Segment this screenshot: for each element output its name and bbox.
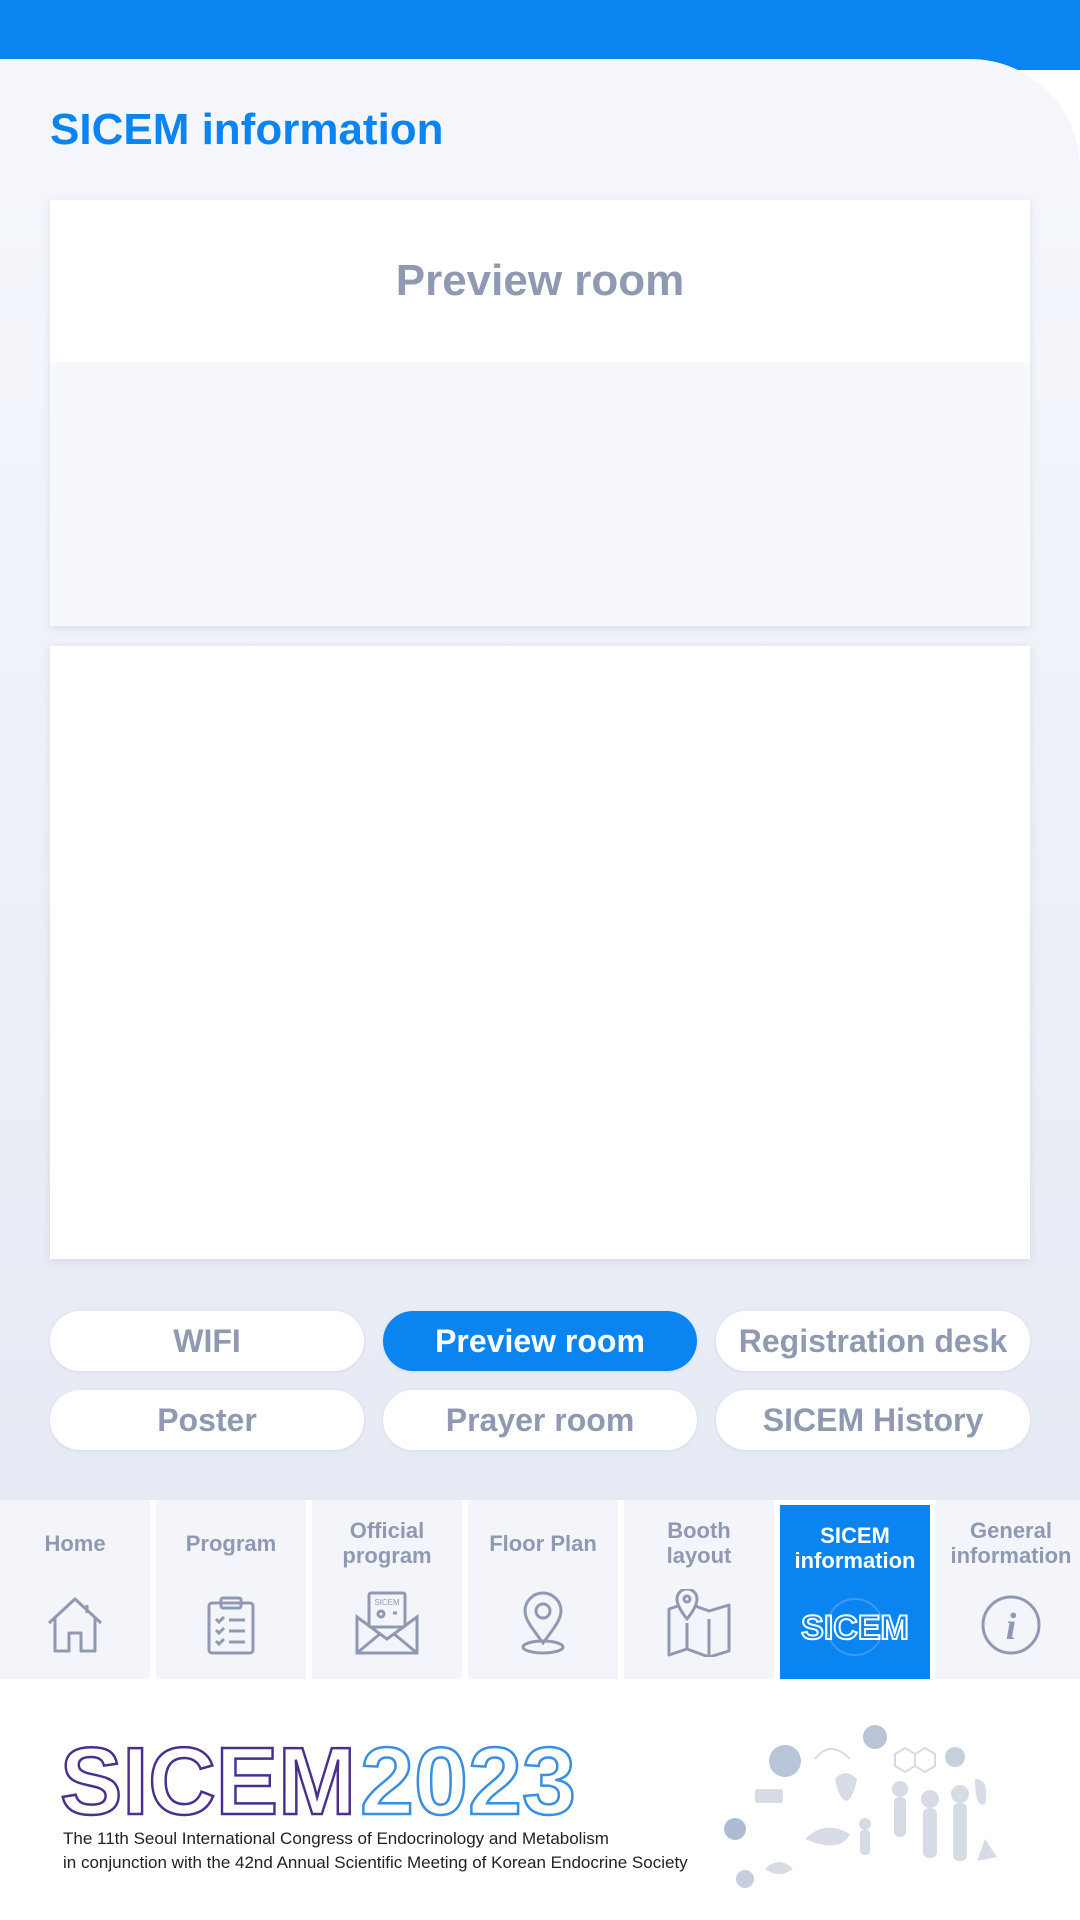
preview-room-card-title: Preview room [395, 256, 685, 305]
tab-poster[interactable]: Poster [50, 1390, 364, 1450]
info-icon-text: i [1006, 1606, 1017, 1648]
tagline-line-1: The 11th Seoul International Congress of… [63, 1829, 609, 1848]
nav-item-general-information[interactable]: General information i [936, 1500, 1080, 1679]
location-pin-icon [511, 1589, 575, 1657]
content-card [50, 646, 1030, 1259]
sicem-logo-text: SICEM [60, 1734, 356, 1824]
sicem-logo-icon-text: SICEM [801, 1609, 909, 1647]
clipboard-icon [199, 1593, 263, 1657]
envelope-icon: SICEM [353, 1589, 421, 1657]
tab-wifi[interactable]: WIFI [50, 1311, 364, 1371]
home-icon [43, 1593, 107, 1657]
nav-item-booth-layout[interactable]: Booth layout [624, 1500, 774, 1679]
endocrine-illustration [724, 1725, 997, 1888]
info-tab-grid: WIFI Preview room Registration desk Post… [50, 1311, 1030, 1450]
nav-item-label: Official program [342, 1518, 432, 1568]
info-icon: i [979, 1593, 1043, 1657]
nav-item-home[interactable]: Home [0, 1500, 150, 1679]
nav-item-official-program[interactable]: Official program SICEM [312, 1500, 462, 1679]
nav-item-label: Home [44, 1530, 106, 1556]
nav-item-label: General information [950, 1518, 1072, 1568]
envelope-icon-text: SICEM [374, 1598, 400, 1607]
year-logo: 2023 [360, 1734, 577, 1824]
page-title: SICEM information [50, 105, 444, 154]
nav-item-label: Booth layout [666, 1518, 732, 1568]
nav-item-program[interactable]: Program [156, 1500, 306, 1679]
preview-room-card-header: Preview room [50, 200, 1030, 362]
tab-preview-room[interactable]: Preview room [383, 1311, 697, 1371]
nav-item-label: Floor Plan [489, 1530, 597, 1556]
tab-registration-desk[interactable]: Registration desk [716, 1311, 1030, 1371]
nav-item-floor-plan[interactable]: Floor Plan [468, 1500, 618, 1679]
tagline-line-2: in conjunction with the 42nd Annual Scie… [63, 1853, 688, 1872]
sicem-logo-icon: SICEM [795, 1597, 915, 1657]
bottom-nav: Home Program Official program SICEM Floo… [0, 1500, 1080, 1679]
preview-room-card: Preview room [50, 200, 1030, 626]
map-icon [665, 1589, 733, 1657]
sicem-logo: SICEM [60, 1734, 357, 1824]
footer: SICEM 2023 The 11th Seoul International … [0, 1679, 1080, 1920]
nav-item-label: SICEM information [794, 1523, 916, 1573]
tab-sicem-history[interactable]: SICEM History [716, 1390, 1030, 1450]
year-logo-text: 2023 [360, 1734, 576, 1824]
tab-prayer-room[interactable]: Prayer room [383, 1390, 697, 1450]
nav-item-label: Program [185, 1530, 277, 1556]
nav-item-sicem-information[interactable]: SICEM information SICEM [780, 1505, 930, 1679]
